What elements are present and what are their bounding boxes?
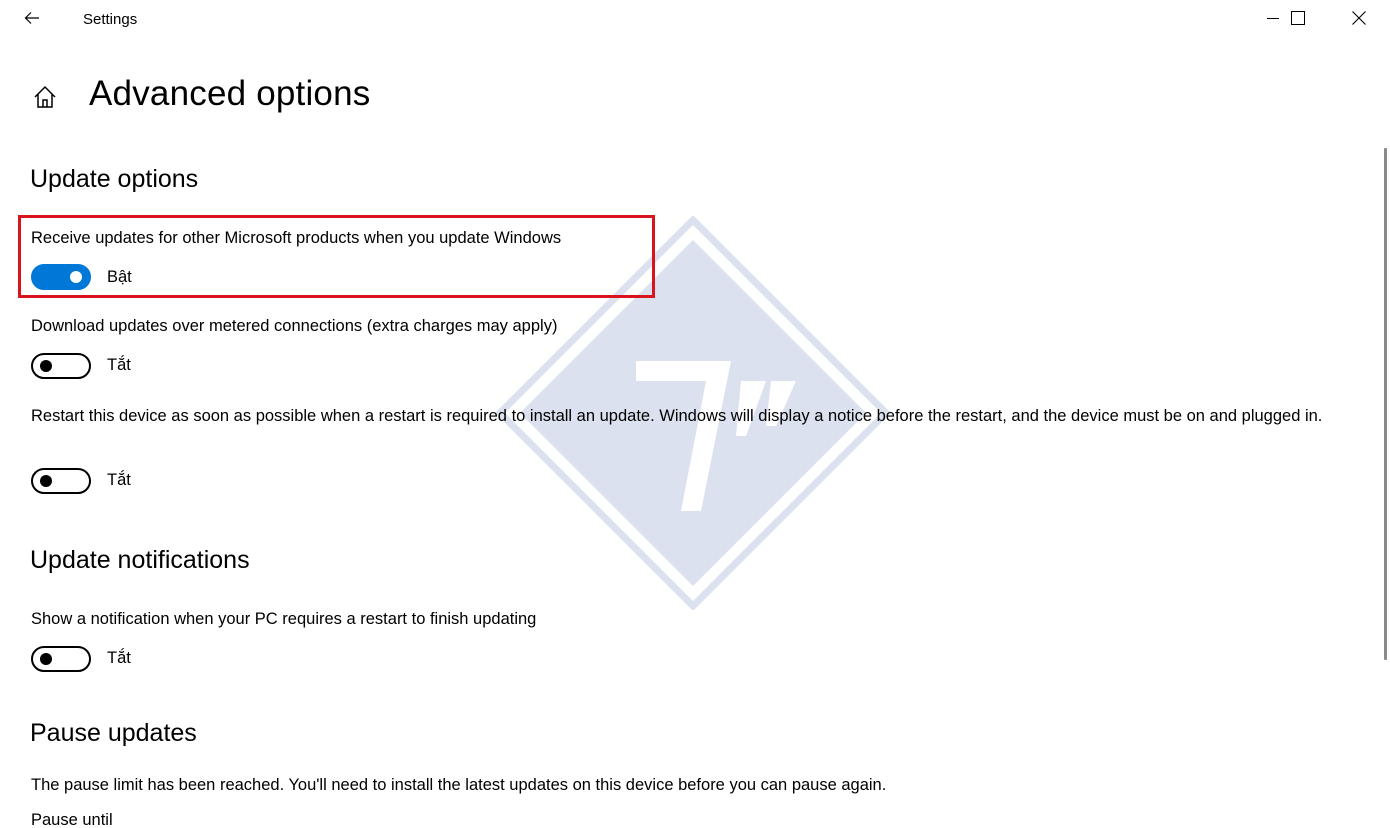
section-title-update-notifications: Update notifications [30,546,250,574]
title-bar: Settings [0,0,1390,38]
back-button[interactable] [18,6,46,30]
pause-until-label: Pause until [31,811,113,828]
toggle-state-restart-device: Tắt [107,471,131,489]
arrow-left-icon [24,12,39,24]
close-button[interactable] [1336,0,1382,36]
setting-label-metered-connections: Download updates over metered connection… [31,317,558,335]
toggle-knob [40,653,52,665]
setting-label-restart-notification: Show a notification when your PC require… [31,610,537,628]
settings-window: Settings Advanced options Update options… [0,0,1390,828]
section-title-update-options: Update options [30,165,199,193]
toggle-state-restart-notification: Tắt [107,649,131,667]
app-title: Settings [83,11,138,28]
toggle-restart-notification[interactable] [31,646,91,672]
toggle-knob [40,475,52,487]
highlight-box [18,215,655,298]
toggle-restart-device[interactable] [31,468,91,494]
maximize-button[interactable] [1275,0,1321,36]
toggle-state-metered-connections: Tắt [107,356,131,374]
toggle-metered-connections[interactable] [31,353,91,379]
setting-label-restart-device: Restart this device as soon as possible … [31,407,1323,425]
page-title: Advanced options [89,74,371,113]
section-title-pause-updates: Pause updates [30,719,197,747]
home-icon[interactable] [32,84,58,110]
toggle-knob [40,360,52,372]
pause-limit-message: The pause limit has been reached. You'll… [31,776,887,794]
close-icon [1352,11,1366,25]
maximize-icon [1291,11,1305,25]
scrollbar[interactable] [1384,148,1387,660]
